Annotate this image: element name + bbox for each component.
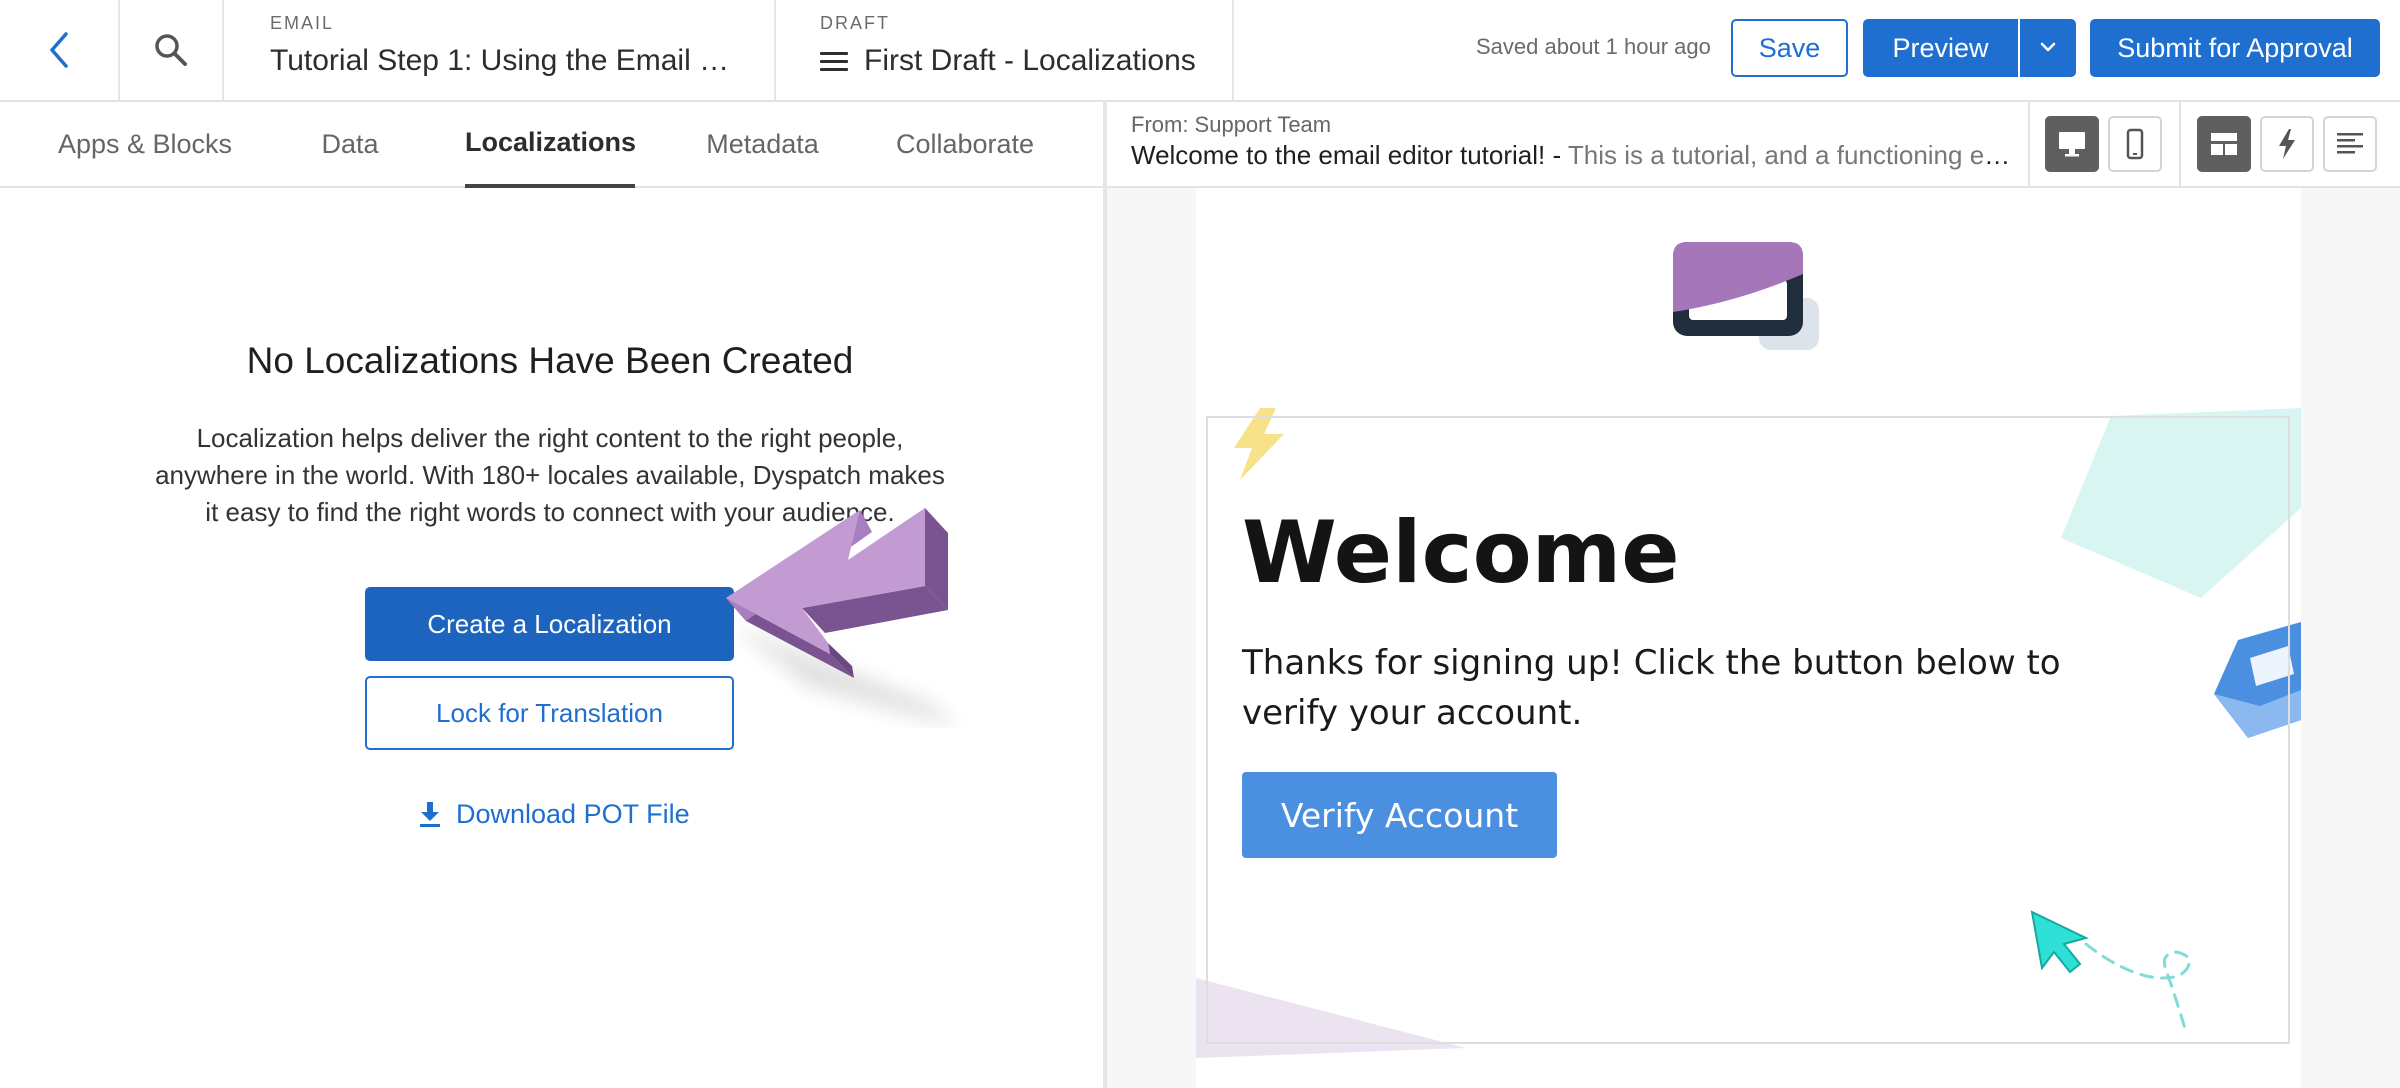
download-pot-file-label: Download POT File [456,798,690,829]
plain-text-view-button[interactable] [2323,116,2377,172]
search-button[interactable] [120,0,224,100]
layout-view-button[interactable] [2197,116,2251,172]
tab-collaborate[interactable]: Collaborate [885,102,1045,188]
editor-tabs: Apps & Blocks Data Localizations Metadat… [0,102,1103,188]
tab-data[interactable]: Data [300,102,400,188]
email-selector[interactable]: EMAIL Tutorial Step 1: Using the Email B… [224,0,776,100]
chevron-down-icon [2040,42,2056,51]
back-button[interactable] [0,0,120,100]
draft-label: DRAFT [820,13,890,33]
tab-apps-blocks[interactable]: Apps & Blocks [40,102,250,188]
tab-metadata[interactable]: Metadata [690,102,835,188]
desktop-view-button[interactable] [2045,116,2099,172]
draft-selector[interactable]: DRAFT First Draft - Localizations [776,0,1234,100]
preview-button[interactable]: Preview [1863,19,2018,77]
submit-for-approval-button[interactable]: Submit for Approval [2090,19,2380,77]
lock-for-translation-button[interactable]: Lock for Translation [365,676,734,750]
chevron-left-icon [50,32,68,68]
subject-line: Welcome to the email editor tutorial! - [1131,140,1562,170]
email-title: Tutorial Step 1: Using the Email B... [270,44,740,77]
amp-view-button[interactable] [2260,116,2314,172]
layout-icon [2211,133,2237,155]
cursor-decoration-icon [2030,910,2191,1034]
empty-state-title: No Localizations Have Been Created [246,340,854,381]
create-localization-button[interactable]: Create a Localization [365,587,734,661]
mobile-view-button[interactable] [2108,116,2162,172]
email-from: From: Support Team [1131,112,1332,137]
top-bar: EMAIL Tutorial Step 1: Using the Email B… [0,0,2400,102]
localizations-panel: No Localizations Have Been Created Local… [0,188,1103,1088]
tutorial-arrow-icon [726,508,960,728]
preview-header: From: Support Team Welcome to the email … [1107,102,2400,188]
text-align-icon [2337,133,2363,154]
email-body-text: Thanks for signing up! Click the button … [1242,643,2061,733]
download-pot-file-link[interactable]: Download POT File [418,794,690,834]
email-body: Welcome Thanks for signing up! Click the… [1196,188,2301,1088]
envelope-logo-icon [1673,242,1819,350]
save-button[interactable]: Save [1731,19,1848,77]
draft-title: First Draft - Localizations [864,44,1196,77]
email-preview: Welcome Thanks for signing up! Click the… [1107,188,2400,1088]
preview-dropdown-button[interactable] [2020,19,2076,77]
header-separator [2179,102,2181,188]
preheader-text: This is a tutorial, and a functioning em… [1567,140,2011,170]
download-icon [420,802,440,827]
lightning-icon [2279,129,2295,159]
search-icon [155,34,187,66]
email-heading: Welcome [1242,503,1680,603]
tab-localizations[interactable]: Localizations [465,102,636,188]
mobile-icon [2126,128,2144,160]
saved-status: Saved about 1 hour ago [1476,34,1711,59]
desktop-icon [2059,132,2085,157]
email-label: EMAIL [270,13,335,33]
verify-account-button[interactable]: Verify Account [1242,772,1557,858]
hamburger-icon [820,52,848,72]
email-subject: Welcome to the email editor tutorial! - … [1131,140,2011,171]
header-separator [2028,102,2030,188]
